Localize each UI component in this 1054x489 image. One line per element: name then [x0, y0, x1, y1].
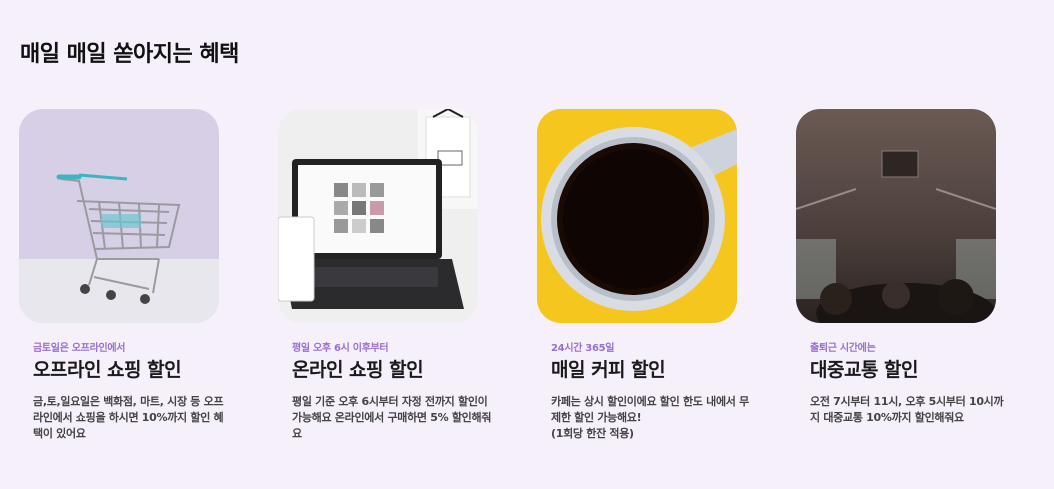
shopping-cart-image: [19, 109, 219, 323]
card-tag: 금토일은 오프라인에서: [33, 343, 126, 354]
card-title: 오프라인 쇼핑 할인: [33, 359, 182, 381]
card-title: 온라인 쇼핑 할인: [292, 359, 424, 381]
card-title: 매일 커피 할인: [551, 359, 666, 381]
card-description: 오전 7시부터 11시, 오후 5시부터 10시까지 대중교통 10%까지 할인…: [810, 395, 1004, 424]
benefit-cards: 금토일은 오프라인에서 오프라인 쇼핑 할인 금,토,일요일은 백화점, 마트,…: [19, 109, 1004, 442]
laptop-image: [278, 109, 478, 323]
benefit-card-offline[interactable]: 금토일은 오프라인에서 오프라인 쇼핑 할인 금,토,일요일은 백화점, 마트,…: [19, 109, 224, 442]
card-tag: 평일 오후 6시 이후부터: [292, 343, 389, 354]
benefit-card-transit[interactable]: 출퇴근 시간에는 대중교통 할인 오전 7시부터 11시, 오후 5시부터 10…: [796, 109, 1004, 442]
card-tag: 출퇴근 시간에는: [810, 343, 876, 354]
card-tag: 24시간 365일: [551, 343, 615, 354]
benefit-card-online[interactable]: 평일 오후 6시 이후부터 온라인 쇼핑 할인 평일 기준 오후 6시부터 자정…: [278, 109, 491, 442]
card-description: 카페는 상시 할인이에요 할인 한도 내에서 무제한 할인 가능해요! (1회당…: [551, 395, 749, 440]
benefit-card-coffee[interactable]: 24시간 365일 매일 커피 할인 카페는 상시 할인이에요 할인 한도 내에…: [537, 109, 749, 442]
card-description: 금,토,일요일은 백화점, 마트, 시장 등 오프라인에서 쇼핑을 하시면 10…: [33, 395, 224, 440]
card-title: 대중교통 할인: [810, 359, 919, 381]
section-title: 매일 매일 쏟아지는 혜택: [20, 42, 239, 67]
coffee-cup-image: [537, 109, 737, 323]
card-description: 평일 기준 오후 6시부터 자정 전까지 할인이 가능해요 온라인에서 구매하면…: [292, 395, 492, 440]
subway-image: [796, 109, 996, 323]
